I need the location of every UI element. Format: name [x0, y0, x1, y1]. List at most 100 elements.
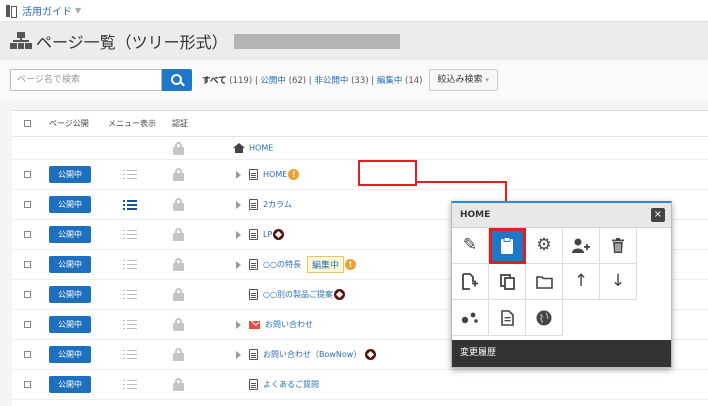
expand-arrow-icon[interactable] [236, 170, 241, 179]
lock-icon[interactable] [173, 198, 184, 211]
share-icon[interactable] [452, 300, 489, 336]
page-link[interactable]: HOME [263, 170, 287, 179]
lock-icon[interactable] [173, 228, 184, 241]
home-icon [233, 142, 245, 153]
filter-published[interactable]: 公開中 [260, 76, 286, 86]
filter-published-count: (62) [288, 76, 307, 86]
page-link[interactable]: LP [263, 230, 272, 239]
page-link[interactable]: ○○別の製品ご提案 [263, 290, 333, 299]
expand-arrow-icon[interactable] [236, 320, 241, 329]
menu-list-icon[interactable] [123, 319, 137, 330]
lock-icon[interactable] [173, 348, 184, 361]
row-checkbox[interactable] [24, 171, 31, 178]
publish-button[interactable]: 公開中 [49, 376, 91, 393]
change-history-button[interactable]: 変更履歴 [452, 340, 671, 367]
row-checkbox[interactable] [24, 381, 31, 388]
publish-button[interactable]: 公開中 [49, 196, 91, 213]
lock-icon[interactable] [173, 288, 184, 301]
publish-button[interactable]: 公開中 [49, 166, 91, 183]
lock-icon[interactable] [173, 378, 184, 391]
filter-editing[interactable]: 編集中 [377, 76, 403, 86]
clipboard-icon[interactable] [489, 228, 526, 264]
close-icon[interactable]: × [651, 208, 665, 222]
menu-list-icon[interactable] [123, 379, 137, 390]
lock-icon[interactable] [173, 168, 184, 181]
page-link[interactable]: お問い合わせ（BowNow） [263, 350, 361, 359]
filter-editing-count: (14) [405, 76, 423, 86]
document-icon [249, 199, 258, 210]
lock-icon[interactable] [173, 318, 184, 331]
filter-all[interactable]: すべて [202, 76, 227, 86]
document-icon [249, 349, 258, 360]
arrow-up-icon[interactable]: ↑ [563, 264, 600, 300]
left-gutter [0, 110, 12, 406]
highlight-connector [417, 181, 507, 183]
external-marker-icon [273, 229, 285, 240]
home-root-link[interactable]: HOME [249, 143, 273, 152]
page-link[interactable]: 2カラム [263, 200, 292, 209]
row-checkbox[interactable] [24, 351, 31, 358]
warning-icon: ! [344, 259, 356, 270]
publish-button[interactable]: 公開中 [49, 226, 91, 243]
menu-list-icon[interactable] [123, 229, 137, 240]
publish-button[interactable]: 公開中 [49, 256, 91, 273]
row-checkbox[interactable] [24, 291, 31, 298]
expand-arrow-icon[interactable] [236, 230, 241, 239]
filter-unpublished-count: (33) [351, 76, 369, 86]
menu-list-icon[interactable] [123, 349, 137, 360]
filter-all-count: (119) [229, 76, 253, 86]
row-checkbox[interactable] [24, 201, 31, 208]
search-input[interactable] [10, 69, 162, 91]
chevron-down-icon[interactable]: ▼ [75, 6, 81, 15]
table-row: 公開中 よくあるご質問 [12, 370, 708, 400]
search-row: すべて (119) | 公開中 (62) | 非公開中 (33) | 編集中 (… [0, 60, 708, 100]
trash-icon[interactable] [600, 228, 637, 264]
document-icon[interactable] [489, 300, 526, 336]
menu-list-icon[interactable] [123, 289, 137, 300]
page-action-popup: HOME × ✎ ⚙ ↑ ↓ 変更履歴 [451, 201, 672, 368]
external-marker-icon [333, 289, 345, 300]
publish-button[interactable]: 公開中 [49, 346, 91, 363]
publish-button[interactable]: 公開中 [49, 316, 91, 333]
book-icon [6, 4, 17, 18]
new-page-icon[interactable] [452, 264, 489, 300]
editing-badge: 編集中 [306, 256, 344, 273]
lock-icon [173, 141, 184, 155]
copy-icon[interactable] [489, 264, 526, 300]
header-auth: 認証 [172, 119, 188, 128]
pencil-icon[interactable]: ✎ [452, 228, 489, 264]
menu-list-icon[interactable] [123, 199, 137, 210]
arrow-down-icon[interactable]: ↓ [600, 264, 637, 300]
filter-unpublished[interactable]: 非公開中 [314, 76, 348, 86]
status-filters: すべて (119) | 公開中 (62) | 非公開中 (33) | 編集中 (… [202, 76, 423, 86]
folder-icon[interactable] [526, 264, 563, 300]
globe-icon[interactable] [526, 300, 563, 336]
title-bar: ページ一覧（ツリー形式） [0, 22, 708, 60]
select-all-checkbox[interactable] [24, 120, 31, 127]
row-checkbox[interactable] [24, 261, 31, 268]
lock-icon[interactable] [173, 258, 184, 271]
table-header: ページ公開 メニュー表示 認証 [12, 111, 708, 137]
table-row-root: HOME [12, 137, 708, 160]
menu-list-icon[interactable] [123, 259, 137, 270]
gear-icon[interactable]: ⚙ [526, 228, 563, 264]
document-icon [249, 379, 258, 390]
expand-arrow-icon[interactable] [236, 350, 241, 359]
document-icon [249, 289, 258, 300]
row-checkbox[interactable] [24, 231, 31, 238]
header-menu: メニュー表示 [108, 119, 156, 128]
page-link[interactable]: お問い合わせ [265, 320, 313, 329]
narrow-search-button[interactable]: 絞込み検索 ▾ [428, 69, 498, 91]
search-button[interactable] [162, 69, 192, 91]
expand-arrow-icon[interactable] [236, 260, 241, 269]
page-link[interactable]: よくあるご質問 [263, 380, 319, 389]
page-link[interactable]: ○○の特長 [263, 260, 301, 269]
guide-link[interactable]: 活用ガイド [22, 3, 72, 18]
redacted-text [233, 33, 400, 49]
row-checkbox[interactable] [24, 321, 31, 328]
add-user-icon[interactable] [563, 228, 600, 264]
menu-list-icon[interactable] [123, 169, 137, 180]
mail-icon [249, 320, 260, 329]
publish-button[interactable]: 公開中 [49, 286, 91, 303]
expand-arrow-icon[interactable] [236, 200, 241, 209]
